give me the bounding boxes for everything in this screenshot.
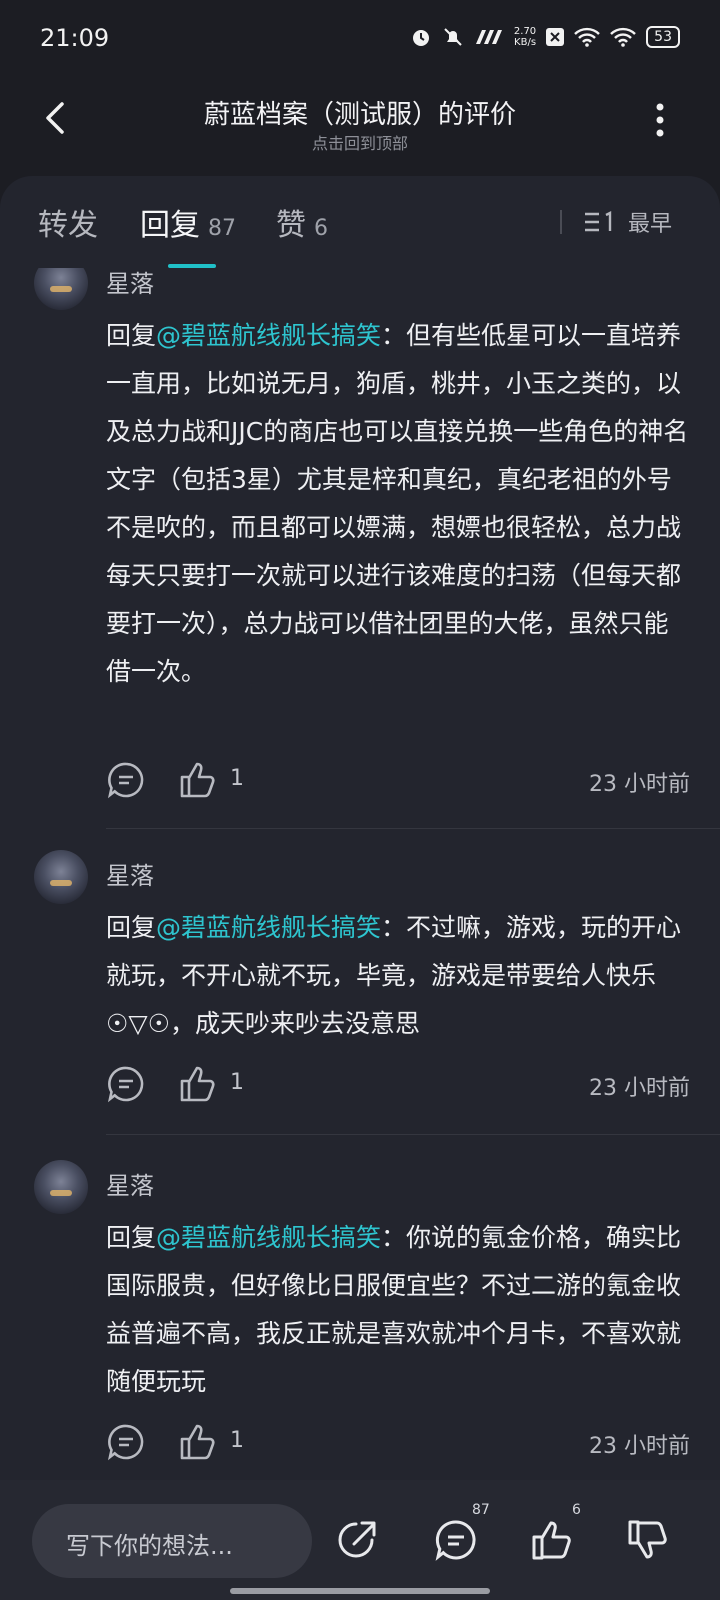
avatar[interactable] <box>34 268 88 310</box>
comment-icon[interactable] <box>434 1518 478 1562</box>
network-speed: 2.70 KB/s <box>514 26 536 48</box>
username[interactable]: 星落 <box>106 1166 154 1201</box>
clock: 21:09 <box>40 24 110 52</box>
comment-input-placeholder: 写下你的想法... <box>66 1532 233 1560</box>
reply-icon[interactable] <box>106 1422 146 1462</box>
like-count: 1 <box>230 1070 244 1095</box>
thumbs-up-icon[interactable] <box>178 1422 218 1462</box>
bottom-action-bar: 写下你的想法... 87 6 <box>0 1480 720 1600</box>
mention-link[interactable]: @碧蓝航线舰长搞笑 <box>156 913 381 942</box>
more-options-icon[interactable] <box>656 102 664 138</box>
reply-icon[interactable] <box>106 760 146 800</box>
header: 蔚蓝档案（测试服）的评价 点击回到顶部 <box>0 80 720 176</box>
thumbs-up-icon[interactable] <box>530 1518 574 1562</box>
thumbs-up-icon[interactable] <box>178 1064 218 1104</box>
sort-toggle[interactable]: 最早 <box>559 206 672 238</box>
avatar[interactable] <box>34 850 88 904</box>
comment-body: ：但有些低星可以一直培养一直用，比如说无月，狗盾，桃井，小玉之类的，以及总力战和… <box>106 321 689 686</box>
tab-like[interactable]: 赞6 <box>276 200 328 244</box>
network-speed-unit: KB/s <box>514 37 537 48</box>
comment-item: 星落 回复@碧蓝航线舰长搞笑：你说的氪金价格，确实比国际服贵，但好像比日服便宜些… <box>0 1160 720 1480</box>
comment-time: 23 小时前 <box>589 772 690 797</box>
comment-divider <box>106 828 720 829</box>
username[interactable]: 星落 <box>106 268 154 299</box>
tab-reply-label: 回复 <box>140 208 200 243</box>
app-logo-icon <box>475 30 502 44</box>
like-count: 1 <box>230 1428 244 1453</box>
share-icon[interactable] <box>336 1518 380 1562</box>
comment-input[interactable]: 写下你的想法... <box>32 1504 312 1578</box>
comment-time: 23 小时前 <box>589 1434 690 1459</box>
battery-indicator: 53 <box>646 26 680 48</box>
tab-forward[interactable]: 转发 <box>38 200 98 244</box>
comment-time: 23 小时前 <box>589 1076 690 1101</box>
like-count: 1 <box>230 766 244 791</box>
tab-like-label: 赞 <box>276 208 306 243</box>
sort-divider <box>559 210 562 234</box>
comment-text[interactable]: 回复@碧蓝航线舰长搞笑：你说的氪金价格，确实比国际服贵，但好像比日服便宜些？不过… <box>106 1214 690 1406</box>
reply-prefix: 回复 <box>106 321 157 350</box>
page-title[interactable]: 蔚蓝档案（测试服）的评价 <box>0 94 720 131</box>
comment-text[interactable]: 回复@碧蓝航线舰长搞笑：但有些低星可以一直培养一直用，比如说无月，狗盾，桃井，小… <box>106 312 690 696</box>
tab-like-count: 6 <box>314 216 328 241</box>
comment-count-badge: 87 <box>472 1502 490 1518</box>
home-indicator[interactable] <box>230 1588 490 1594</box>
reply-prefix: 回复 <box>106 1223 157 1252</box>
alarm-icon <box>412 30 429 46</box>
wifi-2-icon <box>610 27 637 47</box>
network-speed-value: 2.70 <box>513 26 537 37</box>
sort-label: 最早 <box>627 212 672 237</box>
comment-list[interactable]: 星落 回复@碧蓝航线舰长搞笑：但有些低星可以一直培养一直用，比如说无月，狗盾，桃… <box>0 268 720 1480</box>
reply-prefix: 回复 <box>106 913 157 942</box>
tab-forward-label: 转发 <box>38 208 98 243</box>
reply-icon[interactable] <box>106 1064 146 1104</box>
comment-actions: 1 23 小时前 <box>106 1422 690 1462</box>
like-count-badge: 6 <box>572 1502 581 1518</box>
comment-actions: 1 23 小时前 <box>106 1064 690 1104</box>
wifi-icon <box>574 27 601 47</box>
comment-item: 星落 回复@碧蓝航线舰长搞笑：不过嘛，游戏，玩的开心就玩，不开心就不玩，毕竟，游… <box>0 850 720 1150</box>
mention-link[interactable]: @碧蓝航线舰长搞笑 <box>156 1223 381 1252</box>
tab-reply-count: 87 <box>208 216 236 241</box>
status-icons: 2.70 KB/s 53 <box>410 26 680 48</box>
avatar[interactable] <box>34 1160 88 1214</box>
mention-link[interactable]: @碧蓝航线舰长搞笑 <box>156 321 381 350</box>
tab-bar: 转发 回复 87 赞6 最早 <box>0 176 720 268</box>
tab-reply[interactable]: 回复 87 <box>140 200 236 244</box>
comment-item: 星落 回复@碧蓝航线舰长搞笑：但有些低星可以一直培养一直用，比如说无月，狗盾，桃… <box>0 268 720 829</box>
scroll-to-top-hint[interactable]: 点击回到顶部 <box>0 130 720 154</box>
status-bar: 21:09 2.70 KB/s 53 <box>0 0 720 80</box>
sort-icon <box>584 211 612 232</box>
thumbs-down-icon[interactable] <box>626 1518 670 1562</box>
comment-text[interactable]: 回复@碧蓝航线舰长搞笑：不过嘛，游戏，玩的开心就玩，不开心就不玩，毕竟，游戏是带… <box>106 904 690 1048</box>
comment-divider <box>106 1134 720 1135</box>
comments-panel: 转发 回复 87 赞6 最早 星落 回复@碧蓝航线舰长搞笑：但有些低星可以一直培养… <box>0 176 720 1480</box>
thumbs-up-icon[interactable] <box>178 760 218 800</box>
close-box-icon <box>546 28 565 46</box>
mute-bell-icon <box>444 28 462 46</box>
comment-actions: 1 23 小时前 <box>106 760 690 800</box>
username[interactable]: 星落 <box>106 856 154 891</box>
